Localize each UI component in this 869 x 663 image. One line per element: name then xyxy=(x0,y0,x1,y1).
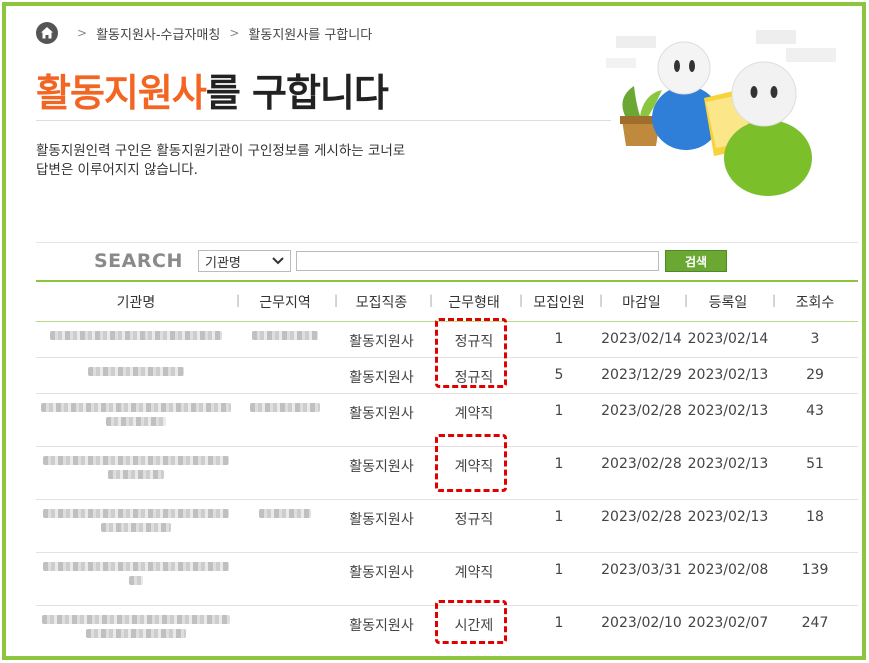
breadcrumb-item-current: 활동지원사를 구합니다 xyxy=(248,27,373,43)
cell-deadline: 2023/12/29 xyxy=(601,367,682,383)
cell-type: 정규직 xyxy=(454,512,494,528)
cell-job: 활동지원사 xyxy=(349,370,414,386)
highlight-box xyxy=(435,318,507,388)
chevron-right-icon: > xyxy=(229,26,240,40)
cell-count: 1 xyxy=(554,562,564,578)
header-deadline[interactable]: 마감일 xyxy=(599,292,684,312)
cell-deadline: 2023/02/28 xyxy=(601,456,682,472)
cell-deadline: 2023/02/10 xyxy=(601,615,682,631)
page-title: 활동지원사를 구합니다 xyxy=(36,62,389,117)
chevron-down-icon xyxy=(272,257,284,265)
search-input[interactable] xyxy=(296,251,659,271)
cell-registered: 2023/02/13 xyxy=(687,456,769,472)
description-line: 활동지원인력 구인은 활동지원기관이 구인정보를 게시하는 코너로 xyxy=(36,143,406,159)
cell-views: 18 xyxy=(806,509,824,525)
cell-registered: 2023/02/08 xyxy=(687,562,769,578)
page-title-accent: 활동지원사 xyxy=(36,71,207,115)
blurred-region xyxy=(259,509,311,518)
chevron-right-icon: > xyxy=(77,26,88,40)
cell-views: 247 xyxy=(801,615,829,631)
cell-deadline: 2023/02/14 xyxy=(601,331,682,347)
home-icon[interactable] xyxy=(36,22,58,44)
cell-registered: 2023/02/13 xyxy=(687,367,769,383)
cell-count: 1 xyxy=(554,456,564,472)
title-divider xyxy=(36,120,611,121)
search-select-value: 기관명 xyxy=(205,255,241,271)
cell-registered: 2023/02/07 xyxy=(687,615,769,631)
blurred-org-name[interactable] xyxy=(43,509,229,532)
table-header: 기관명 근무지역 모집직종 근무형태 모집인원 마감일 등록일 조회수 xyxy=(36,282,858,322)
cell-job: 활동지원사 xyxy=(349,459,414,475)
page-description: 활동지원인력 구인은 활동지원기관이 구인정보를 게시하는 코너로 답변은 이루… xyxy=(36,142,405,180)
breadcrumb-item-matching[interactable]: 활동지원사-수급자매칭 xyxy=(96,24,220,43)
cell-count: 1 xyxy=(554,509,564,525)
blurred-org-name[interactable] xyxy=(50,331,222,340)
blurred-region xyxy=(252,331,318,340)
cell-count: 1 xyxy=(554,615,564,631)
cell-views: 43 xyxy=(806,403,824,419)
search-field-select[interactable]: 기관명 xyxy=(198,250,291,272)
blurred-org-name[interactable] xyxy=(43,456,229,479)
highlight-box xyxy=(435,434,507,492)
header-registered[interactable]: 등록일 xyxy=(684,292,772,312)
cell-job: 활동지원사 xyxy=(349,406,414,422)
cell-deadline: 2023/02/28 xyxy=(601,509,682,525)
cell-job: 활동지원사 xyxy=(349,334,414,350)
cell-registered: 2023/02/13 xyxy=(687,403,769,419)
search-divider-top xyxy=(36,242,858,243)
page-frame: > 활동지원사-수급자매칭 > 활동지원사를 구합니다 활동지원사를 구합니다 … xyxy=(2,2,866,660)
cell-views: 139 xyxy=(801,562,829,578)
page-title-rest: 를 구합니다 xyxy=(205,71,389,115)
highlight-box xyxy=(435,600,507,644)
cell-deadline: 2023/02/28 xyxy=(601,403,682,419)
header-job[interactable]: 모집직종 xyxy=(334,292,429,312)
cell-count: 1 xyxy=(554,331,564,347)
blurred-region xyxy=(250,403,320,412)
table-row[interactable]: 활동지원사 계약직 1 2023/03/31 2023/02/08 139 xyxy=(36,553,858,606)
blurred-org-name[interactable] xyxy=(41,403,231,426)
search-label: SEARCH xyxy=(94,250,183,272)
table-row[interactable]: 활동지원사 정규직 1 2023/02/28 2023/02/13 18 xyxy=(36,500,858,553)
cell-registered: 2023/02/13 xyxy=(687,509,769,525)
header-views[interactable]: 조회수 xyxy=(772,292,858,312)
cell-type: 계약직 xyxy=(454,565,494,581)
description-line: 답변은 이루어지지 않습니다. xyxy=(36,162,198,178)
cell-deadline: 2023/03/31 xyxy=(601,562,682,578)
header-type[interactable]: 근무형태 xyxy=(429,292,519,312)
blurred-org-name[interactable] xyxy=(42,615,230,638)
cell-views: 29 xyxy=(806,367,824,383)
header-org[interactable]: 기관명 xyxy=(36,292,236,312)
cell-views: 3 xyxy=(810,331,820,347)
cell-count: 5 xyxy=(554,367,564,383)
search-button[interactable]: 검색 xyxy=(665,250,727,272)
cell-count: 1 xyxy=(554,403,564,419)
header-count[interactable]: 모집인원 xyxy=(519,292,599,312)
people-illustration xyxy=(606,30,836,196)
blurred-org-name[interactable] xyxy=(43,562,229,585)
breadcrumb: > 활동지원사-수급자매칭 > 활동지원사를 구합니다 xyxy=(36,22,372,44)
cell-job: 활동지원사 xyxy=(349,565,414,581)
cell-job: 활동지원사 xyxy=(349,512,414,528)
header-region[interactable]: 근무지역 xyxy=(236,292,334,312)
cell-job: 활동지원사 xyxy=(349,618,414,634)
cell-registered: 2023/02/14 xyxy=(687,331,769,347)
cell-views: 51 xyxy=(806,456,824,472)
blurred-org-name[interactable] xyxy=(88,367,184,376)
